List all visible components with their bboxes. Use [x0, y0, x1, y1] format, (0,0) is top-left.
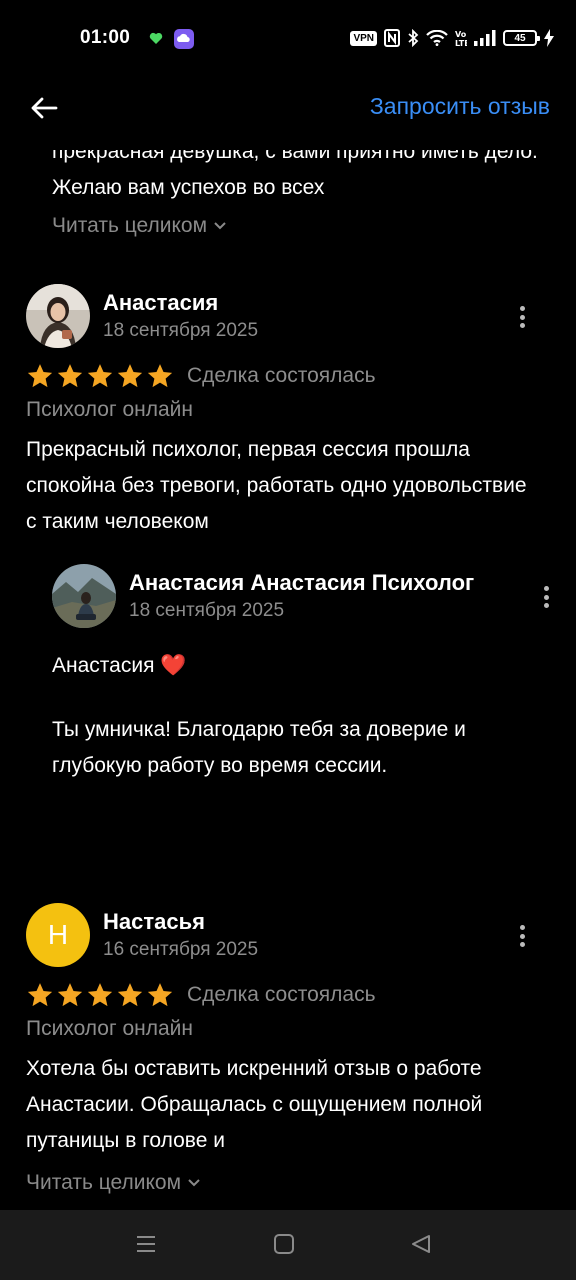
dot-icon: [519, 323, 525, 328]
star-icon: [57, 983, 83, 1007]
star-icon: [117, 364, 143, 388]
read-more-label: Читать целиком: [26, 1171, 182, 1194]
svg-text:LTE: LTE: [455, 39, 467, 47]
vpn-badge: VPN: [350, 30, 377, 46]
svg-text:Vo: Vo: [455, 30, 467, 39]
more-options-button[interactable]: [510, 923, 534, 949]
charging-icon: [544, 29, 554, 47]
battery-icon: 45: [503, 30, 540, 46]
review-card: Анастасия 18 сентября 2025 Сделка состоя…: [26, 284, 550, 804]
more-options-button[interactable]: [534, 584, 558, 610]
dot-icon: [519, 933, 525, 939]
dot-icon: [519, 314, 525, 320]
back-triangle-icon[interactable]: [410, 1233, 432, 1255]
read-more-link[interactable]: Читать целиком: [52, 214, 227, 238]
avatar-letter: Н: [47, 919, 69, 950]
reviews-list[interactable]: прекрасная девушка, с вами приятно иметь…: [0, 62, 576, 1210]
avatar-photo: [52, 564, 116, 628]
review-card: Н Настасья 16 сентября 2025 Сделка состо…: [26, 903, 550, 1203]
review-date: 18 сентября 2025: [103, 320, 259, 341]
menu-icon[interactable]: [135, 1233, 157, 1255]
owner-reply: Анастасия Анастасия Психолог 18 сентября…: [52, 564, 552, 804]
dot-icon: [543, 594, 549, 600]
dot-icon: [543, 603, 549, 608]
volte-icon: Vo LTE: [455, 30, 467, 47]
reviewer-avatar[interactable]: Н: [26, 903, 90, 967]
bluetooth-icon: [408, 29, 419, 47]
read-more-link[interactable]: Читать целиком: [26, 1171, 201, 1195]
battery-level: 45: [514, 32, 526, 44]
status-icons: VPN Vo LTE 45: [350, 26, 554, 50]
more-options-button[interactable]: [510, 304, 534, 330]
system-nav-bar: [0, 1210, 576, 1280]
star-icon: [147, 983, 173, 1007]
service-name: Психолог онлайн: [26, 398, 194, 421]
review-date: 16 сентября 2025: [103, 939, 259, 960]
heart-icon: [149, 32, 163, 44]
home-square-icon[interactable]: [273, 1233, 295, 1255]
reply-date: 18 сентября 2025: [129, 600, 285, 621]
star-icon: [147, 364, 173, 388]
reviewer-avatar[interactable]: [26, 284, 90, 348]
dot-icon: [519, 306, 525, 311]
cloud-app-icon: [174, 29, 194, 49]
request-review-button[interactable]: Запросить отзыв: [370, 93, 550, 120]
deal-status: Сделка состоялась: [187, 983, 376, 1006]
reply-body: Ты умничка! Благодарю тебя за доверие и …: [52, 718, 466, 777]
dot-icon: [519, 942, 525, 947]
reply-text: Анастасия ❤️ Ты умничка! Благодарю тебя …: [52, 648, 552, 812]
star-icon: [57, 364, 83, 388]
back-button[interactable]: [26, 90, 62, 126]
star-icon: [117, 983, 143, 1007]
chevron-down-icon: [188, 1179, 200, 1187]
nfc-icon: [384, 29, 400, 47]
signal-icon: [474, 30, 496, 46]
rating-row: Сделка состоялась: [26, 981, 376, 1009]
reply-greeting: Анастасия ❤️: [52, 654, 187, 677]
app-header: Запросить отзыв: [0, 62, 576, 150]
avatar-photo: [26, 284, 90, 348]
dot-icon: [543, 586, 549, 591]
service-name: Психолог онлайн: [26, 1017, 194, 1040]
star-icon: [87, 983, 113, 1007]
star-icon: [27, 983, 53, 1007]
star-icon: [87, 364, 113, 388]
reviewer-name[interactable]: Анастасия: [103, 290, 218, 316]
owner-avatar[interactable]: [52, 564, 116, 628]
star-rating: [26, 981, 174, 1009]
dot-icon: [519, 925, 525, 930]
review-text: Прекрасный психолог, первая сессия прошл…: [26, 438, 527, 533]
deal-status: Сделка состоялась: [187, 364, 376, 387]
owner-name[interactable]: Анастасия Анастасия Психолог: [129, 570, 481, 596]
chevron-down-icon: [214, 222, 226, 230]
rating-row: Сделка состоялась: [26, 362, 376, 390]
star-rating: [26, 362, 174, 390]
status-bar: 01:00 VPN Vo LTE 45: [0, 0, 576, 62]
review-text: Хотела бы оставить искренний отзыв о раб…: [26, 1057, 483, 1152]
reviewer-name[interactable]: Настасья: [103, 909, 205, 935]
arrow-left-icon: [31, 97, 58, 119]
wifi-icon: [426, 30, 448, 46]
read-more-label: Читать целиком: [52, 214, 208, 237]
status-time: 01:00: [80, 27, 131, 48]
star-icon: [27, 364, 53, 388]
